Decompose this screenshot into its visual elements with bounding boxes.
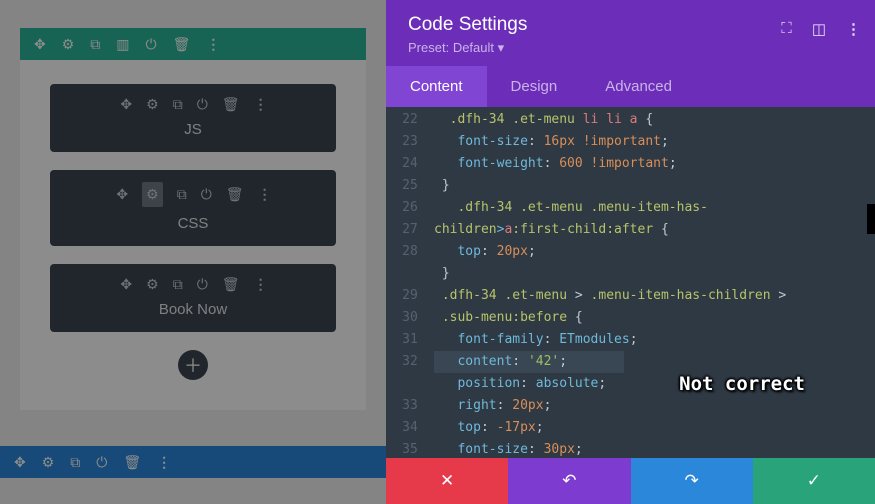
duplicate-icon[interactable]: ⧉ — [177, 186, 187, 203]
more-icon[interactable]: ⋮ — [846, 20, 859, 38]
move-icon[interactable]: ✥ — [120, 276, 132, 293]
section-toolbar-blue[interactable]: ✥ ⚙ ⧉ ⏻ 🗑 ⋮ — [0, 446, 386, 478]
duplicate-icon[interactable]: ⧉ — [173, 276, 183, 293]
more-icon[interactable]: ⋮ — [206, 36, 218, 53]
move-icon[interactable]: ✥ — [120, 96, 132, 113]
gear-icon[interactable]: ⚙ — [62, 36, 75, 53]
row-container: ✥ ⚙ ⧉ ⏻ 🗑 ⋮ JS ✥ ⚙ ⧉ ⏻ 🗑 ⋮ CSS ✥ ⚙ — [20, 60, 366, 410]
trash-icon[interactable]: 🗑 — [222, 276, 240, 293]
module-css[interactable]: ✥ ⚙ ⧉ ⏻ 🗑 ⋮ CSS — [50, 170, 336, 246]
tab-content[interactable]: Content — [386, 66, 487, 107]
undo-button[interactable]: ↶ — [508, 458, 630, 504]
gear-icon[interactable]: ⚙ — [146, 96, 159, 113]
code-content[interactable]: .dfh-34 .et-menu li li a { font-size: 16… — [434, 107, 875, 458]
more-icon[interactable]: ⋮ — [258, 186, 270, 203]
annotation-label: Not correct — [679, 373, 805, 395]
settings-panel: Code Settings Preset: Default ▾ ⛶ ◫ ⋮ Co… — [386, 0, 875, 504]
module-label: JS — [184, 121, 202, 138]
module-label: CSS — [178, 215, 209, 232]
panel-footer: ✕ ↶ ↷ ✓ — [386, 458, 875, 504]
trash-icon[interactable]: 🗑 — [123, 454, 141, 471]
more-icon[interactable]: ⋮ — [254, 276, 266, 293]
power-icon[interactable]: ⏻ — [197, 276, 208, 293]
move-icon[interactable]: ✥ — [116, 186, 128, 203]
line-gutter: 22232425262728 29303132 333435363738 — [386, 107, 434, 458]
trash-icon[interactable]: 🗑 — [222, 96, 240, 113]
tab-advanced[interactable]: Advanced — [581, 66, 696, 107]
add-module-button[interactable]: ＋ — [178, 350, 208, 380]
gear-icon-active[interactable]: ⚙ — [142, 182, 163, 207]
module-js[interactable]: ✥ ⚙ ⧉ ⏻ 🗑 ⋮ JS — [50, 84, 336, 152]
module-booknow[interactable]: ✥ ⚙ ⧉ ⏻ 🗑 ⋮ Book Now — [50, 264, 336, 332]
duplicate-icon[interactable]: ⧉ — [173, 96, 183, 113]
section-toolbar-teal[interactable]: ✥ ⚙ ⧉ ▥ ⏻ 🗑 ⋮ — [20, 28, 366, 60]
tab-bar: Content Design Advanced — [386, 66, 875, 107]
power-icon[interactable]: ⏻ — [96, 454, 107, 471]
power-icon[interactable]: ⏻ — [146, 36, 157, 53]
expand-icon[interactable]: ⛶ — [781, 20, 792, 38]
scrollbar-thumb[interactable] — [867, 204, 875, 234]
duplicate-icon[interactable]: ⧉ — [90, 36, 100, 53]
power-icon[interactable]: ⏻ — [201, 186, 212, 203]
module-label: Book Now — [159, 301, 227, 318]
redo-button[interactable]: ↷ — [631, 458, 753, 504]
split-icon[interactable]: ◫ — [812, 20, 826, 38]
gear-icon[interactable]: ⚙ — [146, 276, 159, 293]
more-icon[interactable]: ⋮ — [254, 96, 266, 113]
columns-icon[interactable]: ▥ — [116, 36, 129, 53]
gear-icon[interactable]: ⚙ — [42, 454, 55, 471]
power-icon[interactable]: ⏻ — [197, 96, 208, 113]
duplicate-icon[interactable]: ⧉ — [70, 454, 80, 471]
move-icon[interactable]: ✥ — [14, 454, 26, 471]
move-icon[interactable]: ✥ — [34, 36, 46, 53]
trash-icon[interactable]: 🗑 — [226, 186, 244, 203]
preset-selector[interactable]: Preset: Default ▾ — [408, 40, 853, 56]
tab-design[interactable]: Design — [487, 66, 582, 107]
chevron-down-icon: ▾ — [498, 40, 505, 55]
cancel-button[interactable]: ✕ — [386, 458, 508, 504]
code-editor[interactable]: 22232425262728 29303132 333435363738 .df… — [386, 107, 875, 458]
confirm-button[interactable]: ✓ — [753, 458, 875, 504]
trash-icon[interactable]: 🗑 — [173, 36, 191, 53]
more-icon[interactable]: ⋮ — [157, 454, 169, 471]
